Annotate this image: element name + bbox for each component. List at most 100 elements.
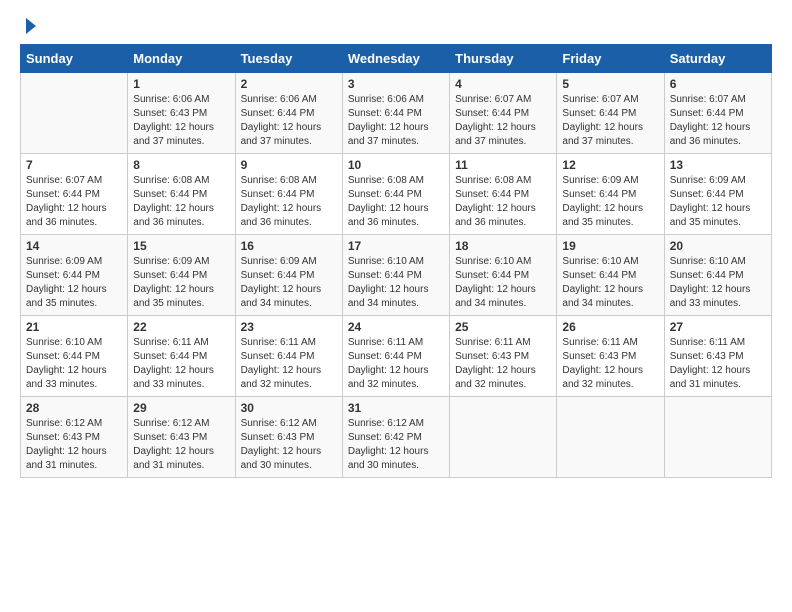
day-cell: 21 Sunrise: 6:10 AMSunset: 6:44 PMDayligh… bbox=[21, 316, 128, 397]
day-number: 17 bbox=[348, 239, 444, 253]
day-number: 31 bbox=[348, 401, 444, 415]
day-number: 24 bbox=[348, 320, 444, 334]
header-cell-sunday: Sunday bbox=[21, 45, 128, 73]
day-cell: 29 Sunrise: 6:12 AMSunset: 6:43 PMDayligh… bbox=[128, 397, 235, 478]
day-cell: 2Sunrise: 6:06 AMSunset: 6:44 PMDaylight… bbox=[235, 73, 342, 154]
day-number: 29 bbox=[133, 401, 229, 415]
logo-arrow-icon bbox=[26, 18, 36, 34]
day-number: 16 bbox=[241, 239, 337, 253]
day-number: 26 bbox=[562, 320, 658, 334]
day-number: 30 bbox=[241, 401, 337, 415]
day-cell: 26 Sunrise: 6:11 AMSunset: 6:43 PMDayligh… bbox=[557, 316, 664, 397]
day-cell: 18 Sunrise: 6:10 AMSunset: 6:44 PMDayligh… bbox=[450, 235, 557, 316]
page-header bbox=[20, 20, 772, 34]
header-cell-tuesday: Tuesday bbox=[235, 45, 342, 73]
day-number: 18 bbox=[455, 239, 551, 253]
day-number: 14 bbox=[26, 239, 122, 253]
day-info: Sunrise: 6:09 AMSunset: 6:44 PMDaylight:… bbox=[241, 255, 337, 311]
day-cell: 24Sunrise: 6:11 AMSunset: 6:44 PMDayligh… bbox=[342, 316, 449, 397]
week-row-5: 28Sunrise: 6:12 AMSunset: 6:43 PMDayligh… bbox=[21, 397, 772, 478]
day-cell: 9 Sunrise: 6:08 AMSunset: 6:44 PMDaylight… bbox=[235, 154, 342, 235]
day-number: 20 bbox=[670, 239, 766, 253]
day-cell bbox=[450, 397, 557, 478]
day-info: Sunrise: 6:09 AMSunset: 6:44 PMDaylight:… bbox=[26, 255, 122, 311]
day-info: Sunrise: 6:10 AMSunset: 6:44 PMDaylight:… bbox=[26, 336, 122, 392]
day-cell: 10 Sunrise: 6:08 AMSunset: 6:44 PMDayligh… bbox=[342, 154, 449, 235]
day-number: 10 bbox=[348, 158, 444, 172]
day-info: Sunrise: 6:09 AMSunset: 6:44 PMDaylight:… bbox=[670, 174, 766, 230]
day-cell: 7 Sunrise: 6:07 AMSunset: 6:44 PMDaylight… bbox=[21, 154, 128, 235]
day-cell: 17 Sunrise: 6:10 AMSunset: 6:44 PMDayligh… bbox=[342, 235, 449, 316]
day-cell: 23 Sunrise: 6:11 AMSunset: 6:44 PMDayligh… bbox=[235, 316, 342, 397]
day-info: Sunrise: 6:08 AMSunset: 6:44 PMDaylight:… bbox=[133, 174, 229, 230]
day-number: 7 bbox=[26, 158, 122, 172]
day-cell bbox=[664, 397, 771, 478]
day-info: Sunrise: 6:07 AMSunset: 6:44 PMDaylight:… bbox=[562, 93, 658, 149]
day-number: 12 bbox=[562, 158, 658, 172]
day-number: 8 bbox=[133, 158, 229, 172]
day-cell: 12 Sunrise: 6:09 AMSunset: 6:44 PMDayligh… bbox=[557, 154, 664, 235]
day-info: Sunrise: 6:08 AMSunset: 6:44 PMDaylight:… bbox=[348, 174, 444, 230]
day-number: 25 bbox=[455, 320, 551, 334]
day-cell: 8 Sunrise: 6:08 AMSunset: 6:44 PMDaylight… bbox=[128, 154, 235, 235]
day-cell: 19 Sunrise: 6:10 AMSunset: 6:44 PMDayligh… bbox=[557, 235, 664, 316]
calendar-table: SundayMondayTuesdayWednesdayThursdayFrid… bbox=[20, 44, 772, 478]
day-number: 11 bbox=[455, 158, 551, 172]
day-info: Sunrise: 6:12 AMSunset: 6:43 PMDaylight:… bbox=[241, 417, 337, 473]
day-info: Sunrise: 6:12 AMSunset: 6:42 PMDaylight:… bbox=[348, 417, 444, 473]
day-info: Sunrise: 6:10 AMSunset: 6:44 PMDaylight:… bbox=[348, 255, 444, 311]
day-info: Sunrise: 6:08 AMSunset: 6:44 PMDaylight:… bbox=[241, 174, 337, 230]
header-cell-wednesday: Wednesday bbox=[342, 45, 449, 73]
day-info: Sunrise: 6:10 AMSunset: 6:44 PMDaylight:… bbox=[562, 255, 658, 311]
day-number: 1 bbox=[133, 77, 229, 91]
day-number: 21 bbox=[26, 320, 122, 334]
day-cell: 15 Sunrise: 6:09 AMSunset: 6:44 PMDayligh… bbox=[128, 235, 235, 316]
day-cell: 22 Sunrise: 6:11 AMSunset: 6:44 PMDayligh… bbox=[128, 316, 235, 397]
header-cell-saturday: Saturday bbox=[664, 45, 771, 73]
day-cell: 11 Sunrise: 6:08 AMSunset: 6:44 PMDayligh… bbox=[450, 154, 557, 235]
day-number: 3 bbox=[348, 77, 444, 91]
day-cell: 31 Sunrise: 6:12 AMSunset: 6:42 PMDayligh… bbox=[342, 397, 449, 478]
day-info: Sunrise: 6:11 AMSunset: 6:44 PMDaylight:… bbox=[133, 336, 229, 392]
day-number: 19 bbox=[562, 239, 658, 253]
day-info: Sunrise: 6:09 AMSunset: 6:44 PMDaylight:… bbox=[133, 255, 229, 311]
day-cell: 25Sunrise: 6:11 AMSunset: 6:43 PMDayligh… bbox=[450, 316, 557, 397]
day-cell: 28Sunrise: 6:12 AMSunset: 6:43 PMDayligh… bbox=[21, 397, 128, 478]
logo bbox=[20, 20, 36, 34]
day-number: 15 bbox=[133, 239, 229, 253]
day-info: Sunrise: 6:11 AMSunset: 6:43 PMDaylight:… bbox=[670, 336, 766, 392]
day-info: Sunrise: 6:07 AMSunset: 6:44 PMDaylight:… bbox=[670, 93, 766, 149]
day-info: Sunrise: 6:12 AMSunset: 6:43 PMDaylight:… bbox=[133, 417, 229, 473]
day-info: Sunrise: 6:10 AMSunset: 6:44 PMDaylight:… bbox=[455, 255, 551, 311]
day-info: Sunrise: 6:07 AMSunset: 6:44 PMDaylight:… bbox=[26, 174, 122, 230]
day-number: 22 bbox=[133, 320, 229, 334]
week-row-1: 1Sunrise: 6:06 AMSunset: 6:43 PMDaylight… bbox=[21, 73, 772, 154]
day-number: 27 bbox=[670, 320, 766, 334]
day-cell: 30 Sunrise: 6:12 AMSunset: 6:43 PMDayligh… bbox=[235, 397, 342, 478]
day-cell: 16 Sunrise: 6:09 AMSunset: 6:44 PMDayligh… bbox=[235, 235, 342, 316]
week-row-4: 21 Sunrise: 6:10 AMSunset: 6:44 PMDayligh… bbox=[21, 316, 772, 397]
day-cell: 1Sunrise: 6:06 AMSunset: 6:43 PMDaylight… bbox=[128, 73, 235, 154]
day-info: Sunrise: 6:10 AMSunset: 6:44 PMDaylight:… bbox=[670, 255, 766, 311]
day-number: 9 bbox=[241, 158, 337, 172]
day-info: Sunrise: 6:11 AMSunset: 6:43 PMDaylight:… bbox=[562, 336, 658, 392]
day-cell bbox=[557, 397, 664, 478]
header-row: SundayMondayTuesdayWednesdayThursdayFrid… bbox=[21, 45, 772, 73]
day-cell: 5 Sunrise: 6:07 AMSunset: 6:44 PMDaylight… bbox=[557, 73, 664, 154]
day-cell: 6 Sunrise: 6:07 AMSunset: 6:44 PMDaylight… bbox=[664, 73, 771, 154]
day-info: Sunrise: 6:06 AMSunset: 6:44 PMDaylight:… bbox=[348, 93, 444, 149]
day-info: Sunrise: 6:09 AMSunset: 6:44 PMDaylight:… bbox=[562, 174, 658, 230]
day-info: Sunrise: 6:11 AMSunset: 6:44 PMDaylight:… bbox=[241, 336, 337, 392]
day-number: 4 bbox=[455, 77, 551, 91]
header-cell-thursday: Thursday bbox=[450, 45, 557, 73]
week-row-2: 7 Sunrise: 6:07 AMSunset: 6:44 PMDaylight… bbox=[21, 154, 772, 235]
day-number: 13 bbox=[670, 158, 766, 172]
day-info: Sunrise: 6:08 AMSunset: 6:44 PMDaylight:… bbox=[455, 174, 551, 230]
header-cell-friday: Friday bbox=[557, 45, 664, 73]
day-number: 6 bbox=[670, 77, 766, 91]
day-cell: 3 Sunrise: 6:06 AMSunset: 6:44 PMDaylight… bbox=[342, 73, 449, 154]
day-cell: 27 Sunrise: 6:11 AMSunset: 6:43 PMDayligh… bbox=[664, 316, 771, 397]
day-number: 5 bbox=[562, 77, 658, 91]
day-number: 23 bbox=[241, 320, 337, 334]
day-cell: 14 Sunrise: 6:09 AMSunset: 6:44 PMDayligh… bbox=[21, 235, 128, 316]
